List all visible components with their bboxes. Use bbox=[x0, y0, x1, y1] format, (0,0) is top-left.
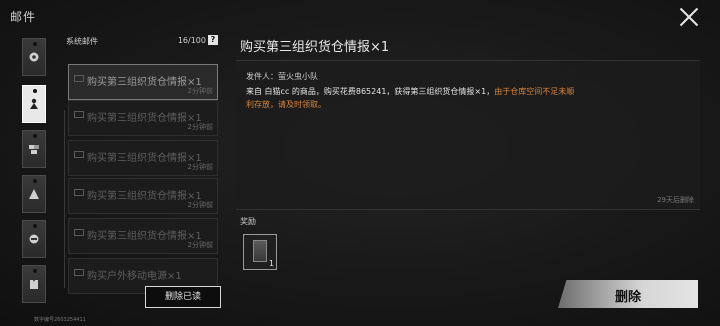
mail-time: 2分钟前 bbox=[187, 201, 213, 209]
mail-title: 购买第三组织货仓情报×1 bbox=[240, 40, 390, 55]
list-item[interactable]: 购买第三组织货仓情报×1 2分钟前 bbox=[68, 100, 218, 136]
category-label: 系统邮件 bbox=[66, 37, 98, 46]
envelope-icon bbox=[74, 269, 84, 276]
mail-count: 16/100 bbox=[177, 36, 206, 45]
mail-subject: 购买第三组织货仓情报×1 bbox=[87, 191, 202, 202]
list-item[interactable]: 购买第三组织货仓情报×1 2分钟前 bbox=[68, 140, 218, 176]
figure-icon bbox=[30, 98, 38, 109]
mail-body: 来自 白猫cc 的商品，购买花费865241，获得第三组织货仓情报×1，由于仓库… bbox=[246, 85, 576, 111]
mail-subject: 购买户外移动电源×1 bbox=[87, 271, 182, 282]
category-tag-gear[interactable] bbox=[22, 265, 46, 303]
reward-label: 奖励 bbox=[240, 217, 256, 226]
close-icon[interactable] bbox=[678, 6, 700, 28]
list-header: 系统邮件 16/100 ? bbox=[66, 35, 218, 47]
mail-subject: 购买第三组织货仓情报×1 bbox=[87, 113, 202, 124]
category-tag-settings[interactable] bbox=[22, 38, 46, 76]
category-tag-alert[interactable] bbox=[22, 175, 46, 213]
helmet-icon bbox=[29, 234, 39, 244]
category-tag-items[interactable] bbox=[22, 130, 46, 168]
mail-body-text: 来自 白猫cc 的商品，购买花费865241，获得第三组织货仓情报×1， bbox=[246, 87, 495, 96]
list-item[interactable]: 购买第三组织货仓情报×1 2分钟前 bbox=[68, 218, 218, 254]
page-title: 邮件 bbox=[10, 10, 37, 24]
envelope-icon bbox=[74, 229, 84, 236]
category-tag-system[interactable] bbox=[22, 85, 46, 123]
mail-sender: 发件人：萤火虫小队 bbox=[246, 72, 318, 81]
envelope-icon bbox=[74, 151, 84, 158]
mail-time: 2分钟前 bbox=[187, 241, 213, 249]
box-icon bbox=[29, 145, 39, 154]
expire-notice: 29天后删除 bbox=[657, 196, 694, 204]
envelope-icon bbox=[74, 75, 84, 82]
mail-subject: 购买第三组织货仓情报×1 bbox=[87, 153, 202, 164]
mail-time: 2分钟前 bbox=[187, 163, 213, 171]
mail-subject: 购买第三组织货仓情报×1 bbox=[87, 77, 202, 88]
category-tag-faction[interactable] bbox=[22, 220, 46, 258]
delete-button[interactable]: 删除 bbox=[558, 280, 698, 308]
warning-icon bbox=[29, 189, 39, 199]
list-scrollbar[interactable] bbox=[64, 110, 65, 288]
mail-subject: 购买第三组织货仓情报×1 bbox=[87, 231, 202, 242]
gear-icon bbox=[29, 52, 39, 62]
envelope-icon bbox=[74, 189, 84, 196]
delete-read-button[interactable]: 删除已读 bbox=[145, 286, 221, 308]
vest-icon bbox=[30, 280, 38, 289]
delete-button-label: 删除 bbox=[614, 290, 641, 305]
intel-card-icon bbox=[253, 240, 267, 262]
reward-quantity: 1 bbox=[268, 259, 274, 268]
reward-item[interactable]: 1 bbox=[243, 234, 277, 270]
list-item[interactable]: 购买第三组织货仓情报×1 2分钟前 bbox=[68, 178, 218, 214]
mail-time: 2分钟前 bbox=[187, 123, 213, 131]
envelope-icon bbox=[74, 111, 84, 118]
mail-body-panel: 发件人：萤火虫小队 来自 白猫cc 的商品，购买花费865241，获得第三组织货… bbox=[236, 60, 700, 210]
list-item[interactable]: 购买第三组织货仓情报×1 2分钟前 bbox=[68, 64, 218, 100]
mail-time: 2分钟前 bbox=[187, 87, 213, 95]
help-icon[interactable]: ? bbox=[208, 35, 218, 45]
user-id: 数字编号2603254411 bbox=[34, 317, 86, 323]
